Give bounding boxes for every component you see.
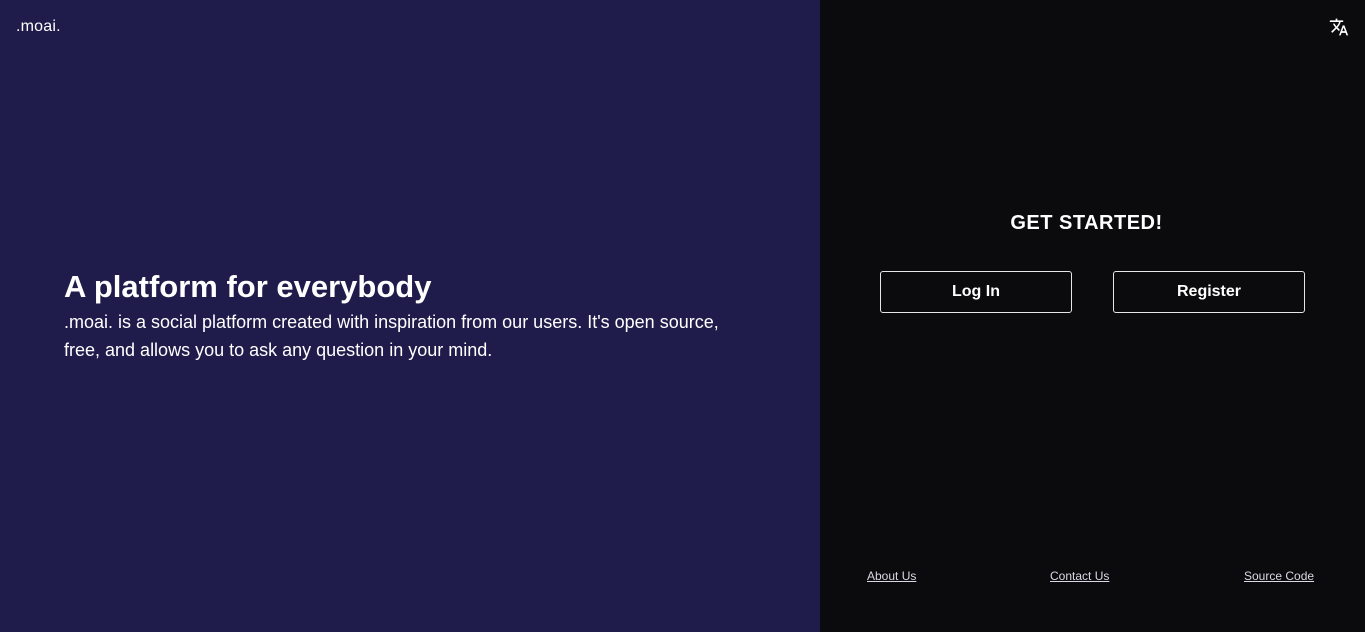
hero-description: .moai. is a social platform created with… <box>64 312 719 360</box>
landing-page: .moai. A platform for everybody .moai. i… <box>0 0 1365 632</box>
register-button[interactable]: Register <box>1113 271 1305 313</box>
hero-title: A platform for everybody <box>64 269 432 304</box>
source-code-link[interactable]: Source Code <box>1244 569 1314 583</box>
intro-panel: .moai. A platform for everybody .moai. i… <box>0 0 820 632</box>
about-us-link[interactable]: About Us <box>867 569 916 583</box>
brand-logo[interactable]: .moai. <box>16 18 61 36</box>
hero-section: A platform for everybody .moai. is a soc… <box>64 268 744 364</box>
translate-icon[interactable] <box>1329 17 1349 37</box>
contact-us-link[interactable]: Contact Us <box>1050 569 1109 583</box>
login-button[interactable]: Log In <box>880 271 1072 313</box>
auth-panel: GET STARTED! Log In Register About Us Co… <box>820 0 1365 632</box>
get-started-heading: GET STARTED! <box>1010 212 1163 234</box>
